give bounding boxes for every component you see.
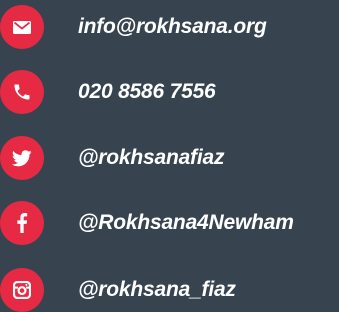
phone-icon [0, 70, 44, 114]
contact-instagram-label: @rokhsana_fiaz [78, 278, 236, 301]
contact-twitter-label: @rokhsanafiaz [78, 146, 225, 169]
facebook-icon [0, 201, 44, 245]
contact-twitter-link[interactable]: @rokhsanafiaz [0, 136, 339, 180]
contact-email-link[interactable]: info@rokhsana.org [0, 5, 339, 49]
envelope-icon [0, 5, 44, 49]
contact-phone-label: 020 8586 7556 [78, 80, 216, 103]
contact-email-label: info@rokhsana.org [78, 15, 267, 38]
twitter-icon [0, 136, 44, 180]
contact-facebook-link[interactable]: @Rokhsana4Newham [0, 201, 339, 245]
contact-list: info@rokhsana.org 020 8586 7556 @rokhsan… [0, 0, 339, 312]
contact-facebook-label: @Rokhsana4Newham [78, 211, 294, 234]
contact-instagram-link[interactable]: @rokhsana_fiaz [0, 268, 339, 312]
instagram-icon [0, 268, 44, 312]
contact-phone-link[interactable]: 020 8586 7556 [0, 70, 339, 114]
